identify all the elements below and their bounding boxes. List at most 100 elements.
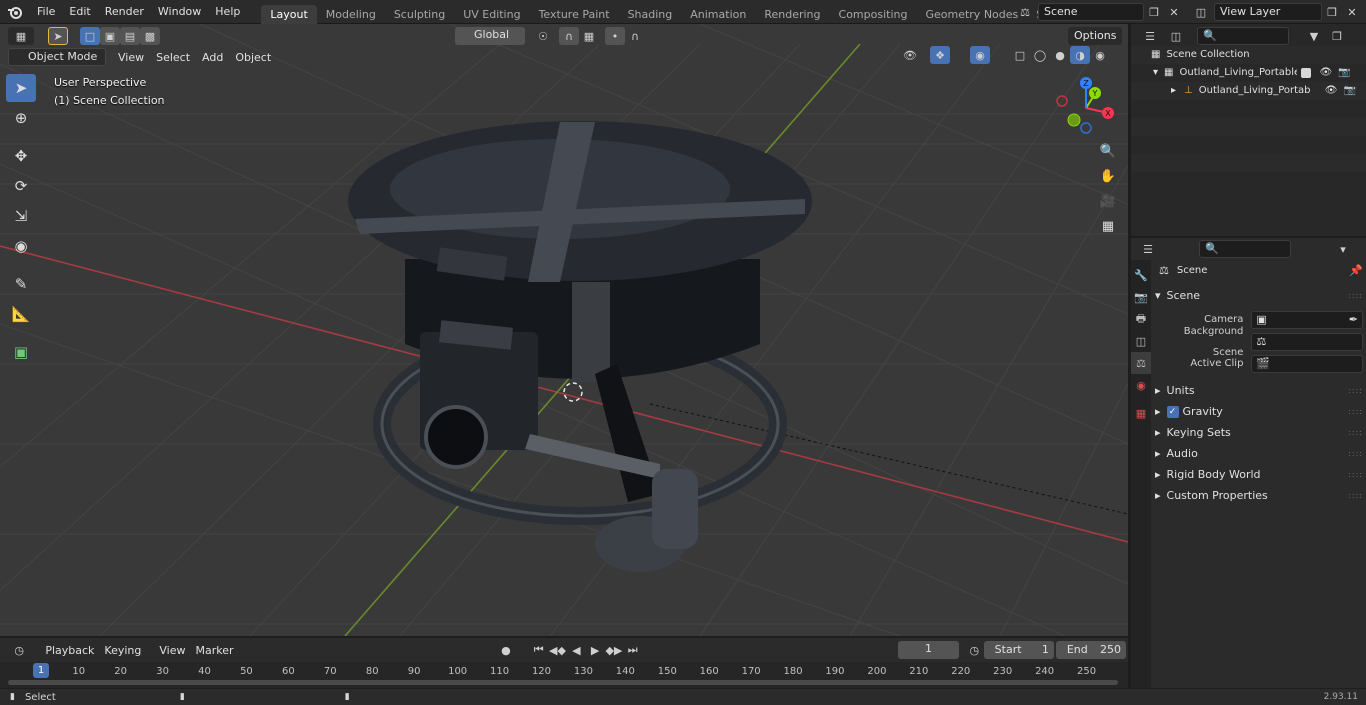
pin-icon[interactable]: 📌 [1349,260,1363,281]
drag-grip-icon[interactable]: :::: [1348,401,1363,422]
snap-target-icon[interactable]: ▦ [579,27,599,45]
display-mode-icon[interactable]: ◫ [1163,27,1189,45]
end-frame-field[interactable]: End 250 [1055,641,1126,659]
visibility-eye-icon[interactable]: 👁 [1325,82,1338,100]
new-collection-icon[interactable]: ❐ [1327,27,1347,45]
visibility-icon[interactable]: 👁 [900,46,920,64]
view-layer-tab-icon[interactable]: ◫ [1131,330,1151,352]
add-cube-tool-icon[interactable]: ▣ [6,338,36,366]
menu-keying[interactable]: Keying [99,644,146,657]
select-box-tool-icon[interactable]: ➤ [6,74,36,102]
tab-modeling[interactable]: Modeling [317,5,385,24]
current-frame-marker[interactable]: 1 [33,663,49,678]
menu-timeline-view[interactable]: View [154,644,190,657]
menu-add[interactable]: Add [196,51,229,64]
rotate-tool-icon[interactable]: ⟳ [6,172,36,200]
material-shading-icon[interactable]: ◑ [1070,46,1090,64]
tab-shading[interactable]: Shading [619,5,682,24]
record-icon[interactable]: ● [497,641,516,659]
measure-tool-icon[interactable]: 📐 [6,300,36,328]
start-frame-field[interactable]: Start 1 [983,641,1054,659]
tab-uv-editing[interactable]: UV Editing [454,5,529,24]
tab-rendering[interactable]: Rendering [755,5,829,24]
scene-tab-icon[interactable]: ⚖ [1131,352,1151,374]
menu-marker[interactable]: Marker [190,644,238,657]
object-mode-dropdown[interactable]: Object Mode [8,48,106,66]
rigid-body-world-panel-header[interactable]: ▸ Rigid Body World :::: [1155,464,1363,485]
overlay-toggle-icon[interactable]: ◉ [970,46,990,64]
timeline-scrollbar[interactable] [8,680,1118,685]
pivot-point-icon[interactable]: ☉ [533,27,553,45]
drag-grip-icon[interactable]: :::: [1348,285,1363,306]
gizmo-toggle-icon[interactable]: ❖ [930,46,950,64]
background-scene-selector[interactable]: ⚖ [1251,332,1363,351]
active-clip-selector[interactable]: 🎬 [1251,354,1363,373]
scene-name-field[interactable]: Scene [1038,3,1144,21]
next-keyframe-icon[interactable]: ◆▶ [605,641,624,659]
close-scene-icon[interactable]: ✕ [1164,3,1184,21]
drag-grip-icon[interactable]: :::: [1348,485,1363,506]
transform-tool-icon[interactable]: ◉ [6,232,36,260]
frame-ruler[interactable]: 1 10 20 30 40 50 60 70 80 90 100 110 120 130 140 150 160… [0,662,1128,688]
select-mode-subtract-icon[interactable]: ▤ [120,27,140,45]
jump-end-icon[interactable]: ⏭ [623,641,642,659]
select-mode-extend-icon[interactable]: ▣ [100,27,120,45]
outliner-search-input[interactable]: 🔍 [1197,27,1289,45]
tab-geometry-nodes[interactable]: Geometry Nodes [916,5,1027,24]
preview-range-icon[interactable]: ◷ [965,641,984,659]
scale-tool-icon[interactable]: ⇲ [6,202,36,230]
falloff-icon[interactable]: ∩ [625,27,645,45]
expand-arrow-icon[interactable]: ▾ [1153,64,1158,82]
proportional-edit-icon[interactable]: • [605,27,625,45]
timeline-editor-type-icon[interactable]: ◷ [6,641,32,659]
exclude-checkbox[interactable] [1301,68,1312,78]
solid-shading-icon[interactable]: ● [1050,46,1070,64]
pan-hand-icon[interactable]: ✋ [1097,165,1119,187]
view-layer-field[interactable]: View Layer [1214,3,1322,21]
audio-panel-header[interactable]: ▸ Audio :::: [1155,443,1363,464]
rendered-shading-icon[interactable]: ◉ [1090,46,1110,64]
gravity-panel-header[interactable]: ▸ ✓ Gravity :::: [1155,401,1363,422]
3d-viewport[interactable]: ▦ ➤ □ ▣ ▤ ▩ Global ☉ ∩ ▦ • ∩ Options Obj… [0,24,1128,636]
annotate-tool-icon[interactable]: ✎ [6,270,36,298]
wireframe-shading-icon[interactable]: ◯ [1030,46,1050,64]
play-reverse-icon[interactable]: ◀ [567,641,586,659]
world-tab-icon[interactable]: ◉ [1131,374,1151,396]
drag-grip-icon[interactable]: :::: [1348,422,1363,443]
select-mode-new-icon[interactable]: □ [80,27,100,45]
camera-view-icon[interactable]: 🎥 [1097,190,1119,212]
cursor-tool-icon[interactable]: ⊕ [6,104,36,132]
eyedropper-icon[interactable]: ✒ [1349,309,1358,330]
drag-grip-icon[interactable]: :::: [1348,464,1363,485]
expand-arrow-icon[interactable]: ▸ [1171,82,1176,100]
properties-options-icon[interactable]: ▾ [1333,240,1353,258]
render-camera-icon[interactable]: 📷 [1338,64,1350,82]
render-tab-icon[interactable]: 📷 [1131,286,1151,308]
gravity-checkbox[interactable]: ✓ [1166,405,1179,418]
camera-selector[interactable]: ▣ ✒ [1251,309,1363,330]
menu-help[interactable]: Help [208,0,247,24]
tab-layout[interactable]: Layout [261,4,317,24]
menu-select[interactable]: Select [150,51,196,64]
tab-animation[interactable]: Animation [681,5,755,24]
outliner-item[interactable]: ▾ ▦ Outland_Living_Portable_Prop 👁 📷 [1131,64,1366,82]
copy-view-layer-icon[interactable]: ❐ [1322,3,1342,21]
snap-icon[interactable]: ∩ [559,27,579,45]
units-panel-header[interactable]: ▸ Units :::: [1155,380,1363,401]
zoom-icon[interactable]: 🔍 [1097,140,1119,162]
scene-panel-header[interactable]: ▾ Scene :::: [1155,285,1363,306]
texture-tab-icon[interactable]: ▦ [1131,402,1151,424]
tool-tab-icon[interactable]: 🔧 [1131,264,1151,286]
xray-icon[interactable]: □ [1010,46,1030,64]
copy-scene-icon[interactable]: ❐ [1144,3,1164,21]
scene-collection-row[interactable]: ▦ Scene Collection [1131,46,1366,64]
keying-sets-panel-header[interactable]: ▸ Keying Sets :::: [1155,422,1363,443]
outliner-item[interactable]: ▸ ⊥ Outland_Living_Portable_ 👁 📷 [1131,82,1366,100]
current-frame-field[interactable]: 1 [898,641,959,659]
menu-view[interactable]: View [112,51,150,64]
custom-properties-panel-header[interactable]: ▸ Custom Properties :::: [1155,485,1363,506]
properties-search-input[interactable]: 🔍 [1199,240,1291,258]
play-icon[interactable]: ▶ [586,641,605,659]
drag-grip-icon[interactable]: :::: [1348,380,1363,401]
menu-object[interactable]: Object [229,51,277,64]
